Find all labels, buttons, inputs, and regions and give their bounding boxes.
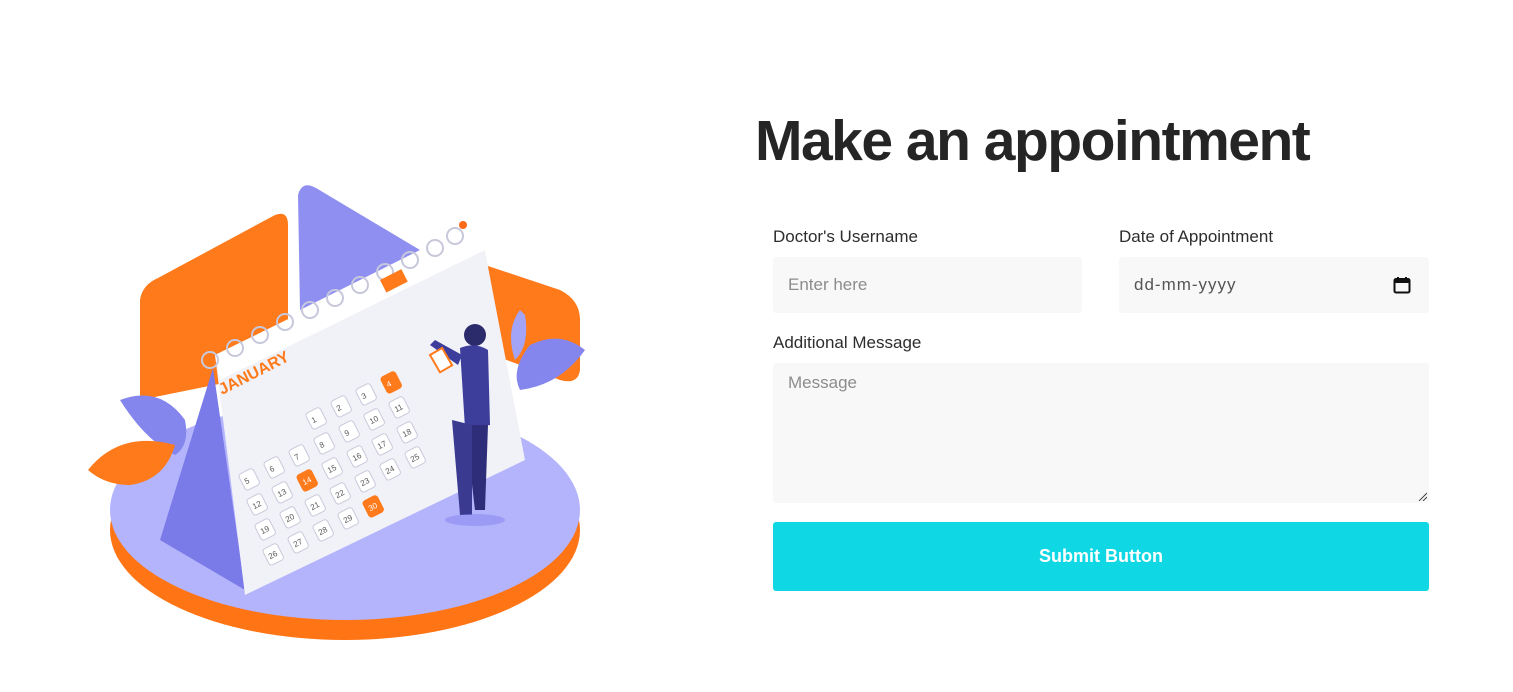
submit-button[interactable]: Submit Button xyxy=(773,522,1429,591)
calendar-icon[interactable] xyxy=(1393,276,1411,294)
appointment-page: JANUARY 1 2 3 4 5 6 7 8 9 10 11 12 13 14 15 16 17 18 19 20 2… xyxy=(0,0,1513,692)
form-row-top: Doctor's Username Enter here Date of App… xyxy=(773,227,1429,313)
message-textarea[interactable]: Message xyxy=(773,363,1429,503)
doctor-username-field: Doctor's Username Enter here xyxy=(773,227,1082,313)
message-field: Additional Message Message xyxy=(773,333,1429,503)
date-field: Date of Appointment dd-mm-yyyy xyxy=(1119,227,1429,313)
resize-handle-icon[interactable] xyxy=(1417,491,1427,501)
calendar-illustration: JANUARY 12345678910111213141516171819202… xyxy=(88,185,585,640)
message-label: Additional Message xyxy=(773,333,922,352)
page-title: Make an appointment xyxy=(755,109,1311,173)
doctor-username-input[interactable]: Enter here xyxy=(773,257,1082,313)
doctor-username-placeholder: Enter here xyxy=(788,275,868,294)
appointment-section: Make an appointment Doctor's Username En… xyxy=(755,108,1435,591)
date-label: Date of Appointment xyxy=(1119,227,1274,246)
message-placeholder: Message xyxy=(788,373,857,392)
doctor-username-label: Doctor's Username xyxy=(773,227,918,246)
appointment-form: Doctor's Username Enter here Date of App… xyxy=(773,227,1429,591)
date-placeholder: dd-mm-yyyy xyxy=(1134,275,1237,294)
date-input[interactable]: dd-mm-yyyy xyxy=(1119,257,1429,313)
